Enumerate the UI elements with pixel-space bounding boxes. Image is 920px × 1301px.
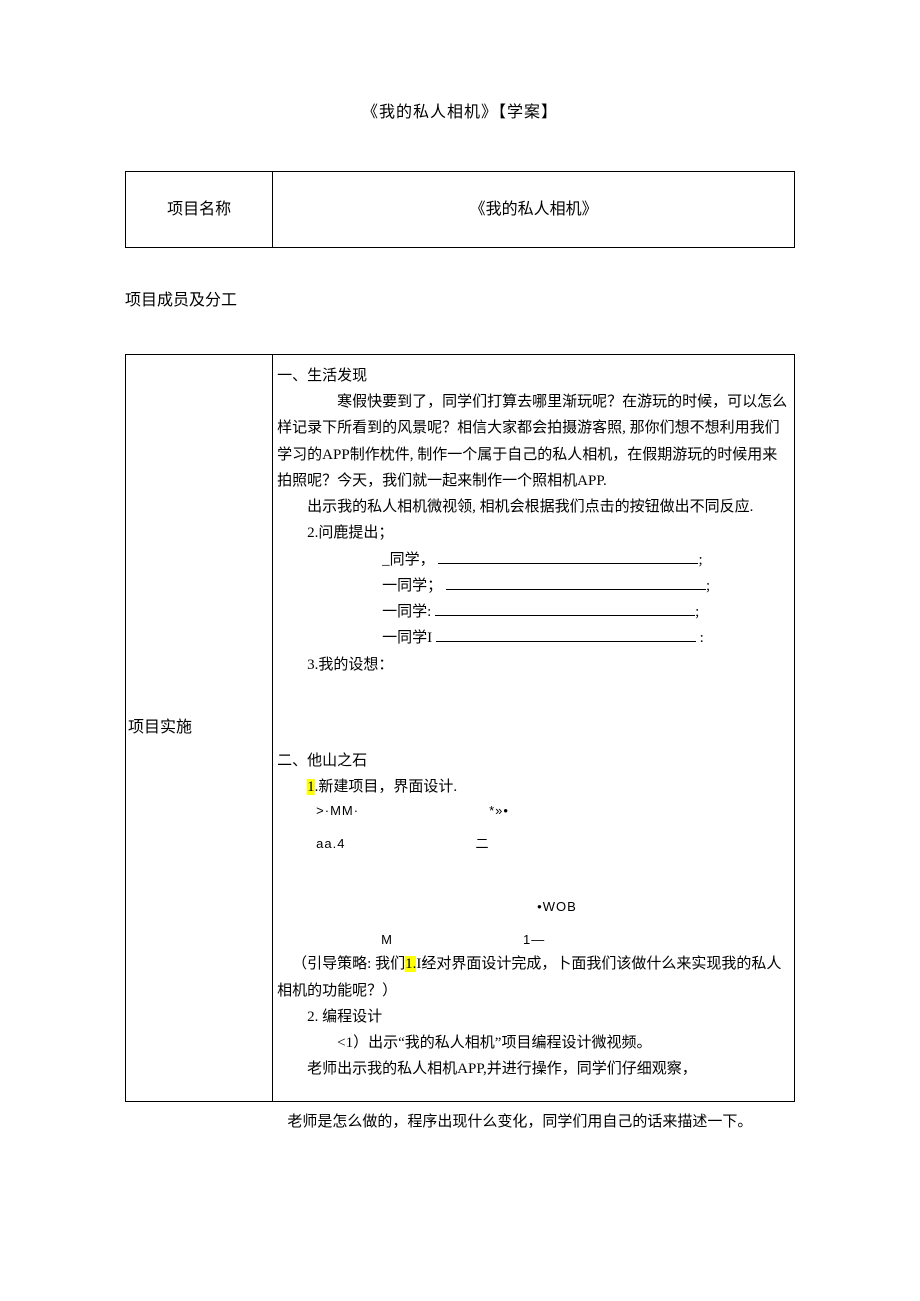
- my-idea: 3.我的设想：: [277, 652, 790, 678]
- question-1: _同学， ;: [277, 547, 790, 573]
- diagram-row-4: M1—: [277, 929, 790, 952]
- highlight-text: 1.: [405, 956, 416, 972]
- question-4: 一同学I :: [277, 625, 790, 651]
- step-2-2: 老师出示我的私人相机APP,并进行操作，同学们仔细观察，: [277, 1056, 790, 1082]
- step-1: 1.新建项目，界面设计.: [277, 774, 790, 800]
- project-name-table: 项目名称 《我的私人相机》: [125, 171, 795, 249]
- implementation-label: 项目实施: [126, 354, 273, 1101]
- blank-line: [438, 549, 698, 564]
- members-subheading: 项目成员及分工: [125, 288, 795, 314]
- step-2: 2. 编程设计: [277, 1004, 790, 1030]
- outside-text: 老师是怎么做的，程序出现什么变化，同学们用自己的话来描述一下。: [125, 1110, 795, 1134]
- step-2-1: <1）出示“我的私人相机”项目编程设计微视频。: [277, 1030, 790, 1056]
- section-1-paragraph-1: 寒假快要到了，同学们打算去哪里渐玩呢？在游玩的时候，可以怎么样记录下所看到的风景…: [277, 389, 790, 494]
- section-2-heading: 二、他山之石: [277, 748, 790, 774]
- implementation-content: 一、生活发现 寒假快要到了，同学们打算去哪里渐玩呢？在游玩的时候，可以怎么样记录…: [273, 354, 795, 1101]
- project-name-label: 项目名称: [126, 171, 273, 248]
- diagram-row-1: >·MM·*»•: [277, 800, 790, 823]
- guide-strategy: （引导策略: 我们1.I经对界面设计完成，卜面我们该做什么来实现我的私人相机的功…: [277, 951, 790, 1004]
- blank-line: [446, 575, 706, 590]
- diagram-row-2: aa.4二: [277, 833, 790, 856]
- blank-line: [436, 627, 696, 642]
- project-name-value: 《我的私人相机》: [273, 171, 795, 248]
- diagram-row-3: •WOB: [277, 896, 790, 919]
- question-2: 一同学； ;: [277, 573, 790, 599]
- question-heading: 2.问鹿提出；: [277, 520, 790, 546]
- highlight-number: 1: [307, 779, 315, 795]
- question-3: 一同学: ;: [277, 599, 790, 625]
- section-1-heading: 一、生活发现: [277, 363, 790, 389]
- document-title: 《我的私人相机》【学案】: [125, 100, 795, 126]
- section-1-paragraph-2: 出示我的私人相机微视领, 相机会根据我们点击的按钮做出不同反应.: [277, 494, 790, 520]
- implementation-table: 项目实施 一、生活发现 寒假快要到了，同学们打算去哪里渐玩呢？在游玩的时候，可以…: [125, 354, 795, 1102]
- blank-line: [435, 601, 695, 616]
